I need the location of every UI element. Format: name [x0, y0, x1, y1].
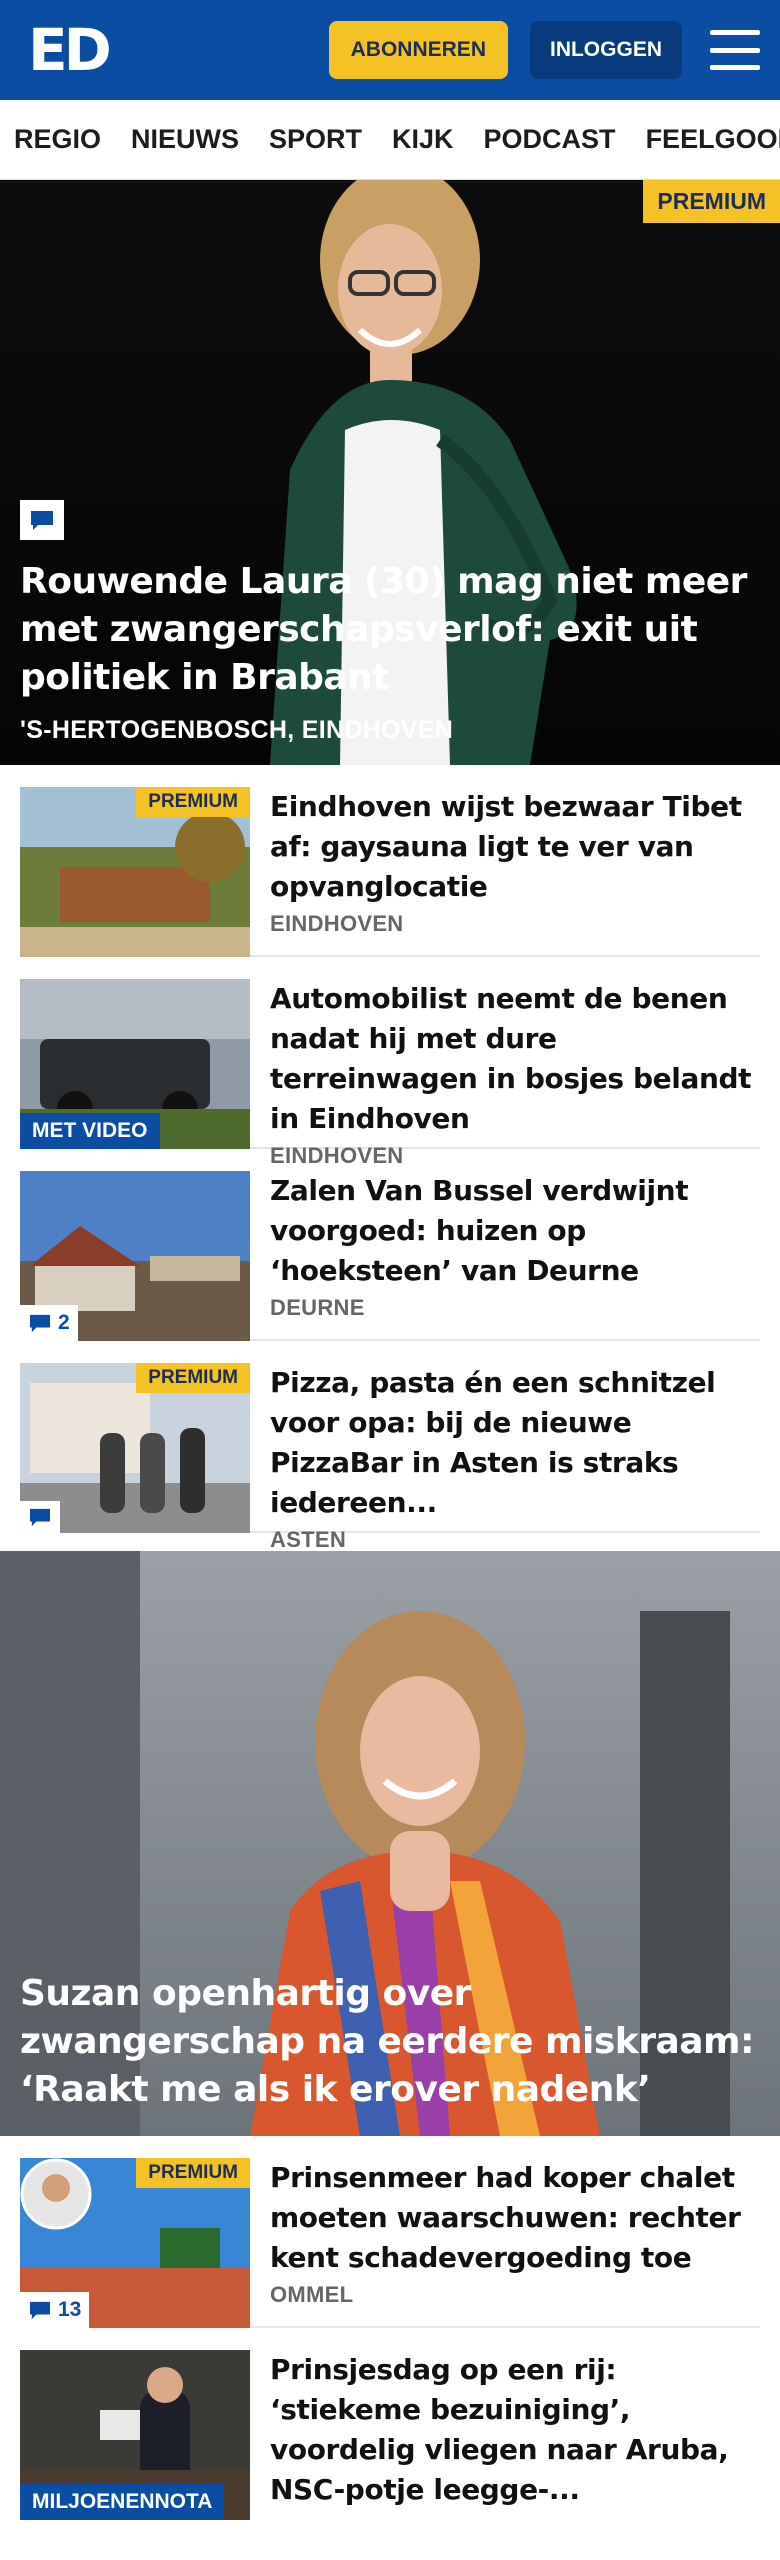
article-location: OMMEL	[270, 2282, 354, 2307]
hero-title[interactable]: Suzan openhartig over zwangerschap na ee…	[20, 1970, 760, 2114]
top-header: ED ABONNEREN INLOGGEN	[0, 0, 780, 100]
subscribe-button[interactable]: ABONNEREN	[328, 21, 508, 79]
menu-icon[interactable]	[710, 30, 760, 70]
article-location: ASTEN	[270, 1527, 347, 1552]
article-title[interactable]: Prinsjesdag op een rij: ‘stiekeme bezuin…	[270, 2350, 760, 2510]
hero-text: Rouwende Laura (30) mag niet meer met zw…	[20, 500, 760, 745]
premium-badge: PREMIUM	[136, 1363, 250, 1393]
article-thumbnail: PREMIUM 13	[20, 2158, 250, 2328]
article-list: PREMIUM 13 Prinsenmeer had koper chalet …	[0, 2136, 780, 2520]
header-actions: ABONNEREN INLOGGEN	[328, 21, 760, 79]
comment-icon	[30, 1314, 50, 1333]
premium-badge: PREMIUM	[136, 2158, 250, 2188]
nav-item-podcast[interactable]: PODCAST	[484, 124, 616, 155]
article-body: Zalen Van Bussel verdwijnt voorgoed: hui…	[270, 1171, 760, 1320]
article-body: Prinsjesdag op een rij: ‘stiekeme bezuin…	[270, 2350, 760, 2506]
article-thumbnail: PREMIUM	[20, 1363, 250, 1533]
premium-badge: PREMIUM	[643, 180, 780, 223]
article-thumbnail: MILJOENENNOTA	[20, 2350, 250, 2520]
nav-item-nieuws[interactable]: NIEUWS	[131, 124, 239, 155]
comment-icon	[20, 1501, 60, 1533]
nav-item-sport[interactable]: SPORT	[269, 124, 362, 155]
list-item[interactable]: MET VIDEO Automobilist neemt de benen na…	[20, 957, 760, 1168]
premium-badge: PREMIUM	[136, 787, 250, 817]
category-label: MILJOENENNOTA	[20, 2484, 225, 2520]
article-body: Prinsenmeer had koper chalet moeten waar…	[270, 2158, 760, 2307]
list-item[interactable]: PREMIUM Eindhoven wijst bezwaar Tibet af…	[20, 765, 760, 957]
article-location: EINDHOVEN	[270, 911, 404, 936]
article-thumbnail: 2	[20, 1171, 250, 1341]
comment-count-value: 13	[58, 2298, 82, 2321]
article-title[interactable]: Prinsenmeer had koper chalet moeten waar…	[270, 2158, 760, 2278]
site-logo[interactable]: ED	[28, 21, 112, 79]
video-label: MET VIDEO	[20, 1113, 160, 1149]
article-location: EINDHOVEN	[270, 1143, 404, 1168]
list-item[interactable]: MILJOENENNOTA Prinsjesdag op een rij: ‘s…	[20, 2328, 760, 2520]
article-body: Automobilist neemt de benen nadat hij me…	[270, 979, 760, 1168]
article-thumbnail: PREMIUM	[20, 787, 250, 957]
hero-article-2[interactable]: Suzan openhartig over zwangerschap na ee…	[0, 1551, 780, 2136]
article-title[interactable]: Automobilist neemt de benen nadat hij me…	[270, 979, 760, 1139]
nav-item-feelgood[interactable]: FEELGOOD	[646, 124, 780, 155]
comment-icon	[30, 2301, 50, 2320]
comment-icon	[20, 500, 64, 540]
login-button[interactable]: INLOGGEN	[529, 21, 682, 79]
nav-item-regio[interactable]: REGIO	[14, 124, 101, 155]
article-body: Eindhoven wijst bezwaar Tibet af: gaysau…	[270, 787, 760, 936]
section-nav: REGIO NIEUWS SPORT KIJK PODCAST FEELGOOD…	[0, 100, 780, 180]
hero-title[interactable]: Rouwende Laura (30) mag niet meer met zw…	[20, 558, 760, 702]
hero-article-1[interactable]: PREMIUM Rouwende Laura (30) mag niet mee…	[0, 180, 780, 765]
article-title[interactable]: Eindhoven wijst bezwaar Tibet af: gaysau…	[270, 787, 760, 907]
article-title[interactable]: Zalen Van Bussel verdwijnt voorgoed: hui…	[270, 1171, 760, 1291]
article-location: DEURNE	[270, 1295, 365, 1320]
hero-text: Suzan openhartig over zwangerschap na ee…	[20, 1970, 760, 2114]
comment-count: 2	[20, 1305, 78, 1341]
article-body: Pizza, pasta én een schnitzel voor opa: …	[270, 1363, 760, 1552]
nav-item-kijk[interactable]: KIJK	[392, 124, 454, 155]
article-thumbnail: MET VIDEO	[20, 979, 250, 1149]
article-list: PREMIUM Eindhoven wijst bezwaar Tibet af…	[0, 765, 780, 1552]
hero-location: 'S-HERTOGENBOSCH, EINDHOVEN	[20, 716, 454, 744]
list-item[interactable]: PREMIUM Pizza, pasta én een schnitzel vo…	[20, 1341, 760, 1552]
comment-count-value: 2	[58, 1311, 70, 1334]
comment-count: 13	[20, 2292, 90, 2328]
article-title[interactable]: Pizza, pasta én een schnitzel voor opa: …	[270, 1363, 760, 1523]
list-item[interactable]: 2 Zalen Van Bussel verdwijnt voorgoed: h…	[20, 1149, 760, 1341]
list-item[interactable]: PREMIUM 13 Prinsenmeer had koper chalet …	[20, 2136, 760, 2328]
